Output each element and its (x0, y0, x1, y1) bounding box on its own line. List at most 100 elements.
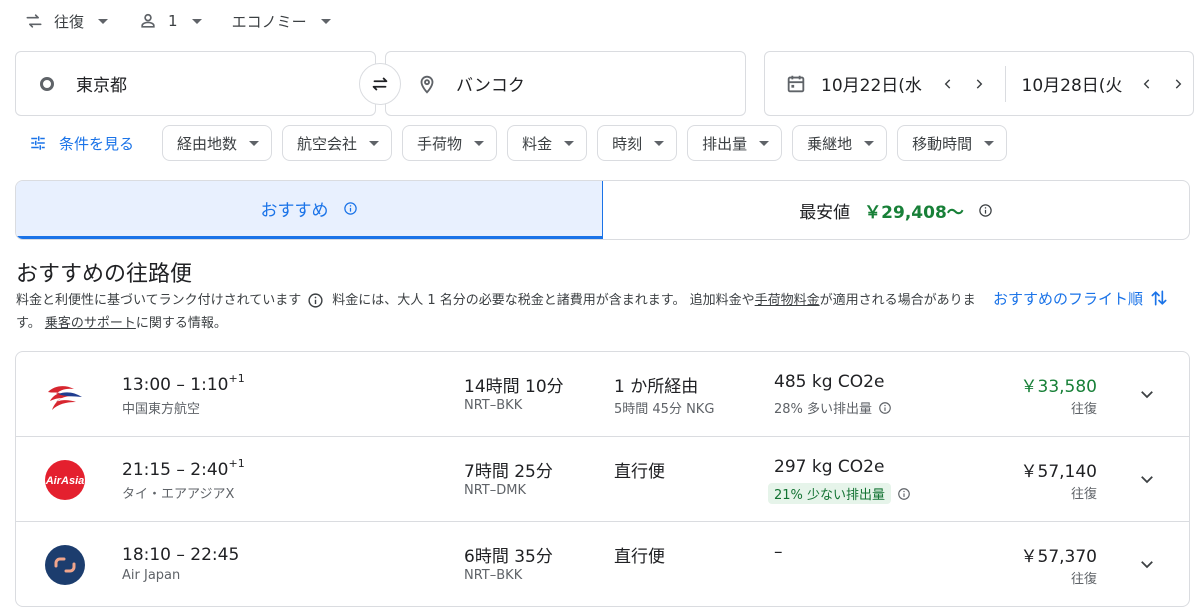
co2-emissions: 485 kg CO2e (774, 372, 885, 392)
chip-label: 乗継地 (807, 134, 853, 153)
all-filters-label: 条件を見る (59, 134, 135, 153)
filter-chip-bags[interactable]: 手荷物 (402, 125, 498, 161)
dropdown-caret-icon (474, 140, 485, 146)
flight-duration: 14時間 10分 (464, 377, 564, 397)
dropdown-caret-icon (249, 140, 260, 146)
cabin-class-dropdown[interactable]: エコノミー (232, 11, 331, 32)
origin-field[interactable]: 東京都 (15, 51, 376, 116)
swap-arrows-icon (24, 11, 44, 31)
airasia-logo: AirAsia (44, 459, 86, 501)
depart-date[interactable]: 10月22日(水 (785, 71, 933, 96)
emissions-text: 21% 少ない排出量 (768, 483, 892, 504)
dropdown-caret-icon (759, 140, 770, 146)
filter-chip-airlines[interactable]: 航空会社 (282, 125, 393, 161)
chevron-right-icon (1175, 78, 1181, 89)
depart-prev-button[interactable] (933, 77, 964, 91)
airline-name: タイ・エアアジアX (122, 487, 235, 502)
chevron-down-icon (1141, 476, 1153, 484)
dropdown-caret-icon (191, 18, 202, 24)
info-icon[interactable] (307, 292, 324, 309)
location-pin-icon (416, 73, 438, 95)
all-filters-button[interactable]: 条件を見る (15, 133, 134, 154)
trip-type-dropdown[interactable]: 往復 (24, 11, 109, 32)
emissions-text: 28% 多い排出量 (774, 402, 873, 417)
swap-button[interactable] (359, 63, 401, 105)
china-eastern-logo (44, 374, 86, 416)
sort-tabs: おすすめ 最安値 ￥29,408～ (15, 180, 1190, 240)
dropdown-caret-icon (564, 140, 575, 146)
flight-list: 13:00 – 1:10+1 中国東方航空 14時間 10分 NRT–BKK 1… (15, 351, 1190, 607)
passengers-dropdown[interactable]: 1 (138, 11, 202, 31)
dropdown-caret-icon (984, 140, 995, 146)
filter-bar: 条件を見る 経由地数 航空会社 手荷物 料金 時刻 排出量 乗継地 移動時間 (15, 125, 1017, 161)
flight-stops: 直行便 (614, 547, 665, 567)
expand-button[interactable] (1135, 552, 1159, 576)
flight-times-value: 21:15 – 2:40 (122, 460, 229, 480)
tab-cheapest[interactable]: 最安値 ￥29,408～ (603, 181, 1189, 239)
date-divider (1004, 65, 1006, 102)
filter-chip-connecting-airports[interactable]: 乗継地 (792, 125, 888, 161)
filter-chip-price[interactable]: 料金 (507, 125, 588, 161)
flight-row[interactable]: AirAsia 21:15 – 2:40+1 タイ・エアアジアX 7時間 25分… (16, 437, 1189, 522)
passenger-help-link[interactable]: 乗客のサポート (45, 316, 136, 331)
filter-chip-duration[interactable]: 移動時間 (897, 125, 1008, 161)
depart-next-button[interactable] (964, 77, 995, 91)
chip-label: 移動時間 (912, 134, 973, 153)
flight-duration: 6時間 35分 (464, 547, 553, 567)
expand-button[interactable] (1135, 382, 1159, 406)
layover-detail: 5時間 45分 NKG (614, 402, 715, 417)
dropdown-caret-icon (320, 18, 331, 24)
expand-button[interactable] (1135, 467, 1159, 491)
chip-label: 手荷物 (417, 134, 463, 153)
info-icon[interactable] (897, 487, 911, 501)
day-offset: +1 (228, 457, 245, 470)
dropdown-caret-icon (864, 140, 875, 146)
help-suffix-text: に関する情報。 (135, 316, 227, 331)
passengers-count: 1 (168, 12, 178, 30)
flight-row[interactable]: 13:00 – 1:10+1 中国東方航空 14時間 10分 NRT–BKK 1… (16, 352, 1189, 437)
destination-field[interactable]: バンコク (385, 51, 746, 116)
flight-times: 13:00 – 1:10+1 (122, 372, 245, 395)
chip-label: 料金 (522, 134, 553, 153)
flight-row[interactable]: 18:10 – 22:45 Air Japan 6時間 35分 NRT–BKK … (16, 522, 1189, 606)
chevron-down-icon (1141, 391, 1153, 399)
info-icon[interactable] (878, 401, 892, 415)
price-note-text: 料金には、大人 1 名分の必要な税金と諸費用が含まれます。 追加料金や (332, 293, 755, 308)
flight-price: ￥57,370 (1020, 547, 1097, 567)
co2-emissions: 297 kg CO2e (774, 457, 885, 477)
return-date-value: 10月28日(火 (1021, 76, 1123, 96)
chip-label: 航空会社 (297, 134, 358, 153)
flight-route: NRT–DMK (464, 483, 527, 498)
co2-emissions: – (774, 542, 783, 562)
sort-icon (1149, 287, 1169, 309)
filter-chip-stops[interactable]: 経由地数 (162, 125, 273, 161)
filter-chip-emissions[interactable]: 排出量 (687, 125, 783, 161)
dates-field: 10月22日(水 10月28日(火 (764, 51, 1194, 116)
tab-best[interactable]: おすすめ (16, 181, 603, 239)
day-offset: +1 (228, 372, 245, 385)
chip-label: 経由地数 (177, 134, 238, 153)
emissions-comparison: 28% 多い排出量 (774, 398, 892, 417)
air-japan-logo (44, 544, 86, 586)
dropdown-caret-icon (369, 140, 380, 146)
return-next-button[interactable] (1162, 77, 1193, 91)
chip-label: 排出量 (702, 134, 748, 153)
return-date[interactable]: 10月28日(火 (1022, 71, 1132, 96)
svg-text:AirAsia: AirAsia (45, 475, 85, 487)
return-prev-button[interactable] (1132, 77, 1163, 91)
sort-label: おすすめのフライト順 (993, 289, 1144, 308)
results-title: おすすめの往路便 (16, 262, 193, 287)
flight-duration: 7時間 25分 (464, 462, 553, 482)
baggage-fees-link[interactable]: 手荷物料金 (755, 293, 820, 308)
swap-icon (372, 77, 388, 91)
info-icon[interactable] (343, 201, 358, 216)
cheapest-price: ￥29,408～ (864, 202, 964, 223)
info-icon[interactable] (978, 203, 993, 218)
depart-date-value: 10月22日(水 (821, 76, 922, 96)
filter-chip-times[interactable]: 時刻 (597, 125, 678, 161)
calendar-icon (785, 73, 807, 95)
tune-icon (29, 134, 47, 152)
sort-button[interactable]: おすすめのフライト順 (993, 287, 1169, 309)
tab-cheapest-label: 最安値 (799, 202, 851, 223)
airline-name: Air Japan (122, 568, 181, 583)
